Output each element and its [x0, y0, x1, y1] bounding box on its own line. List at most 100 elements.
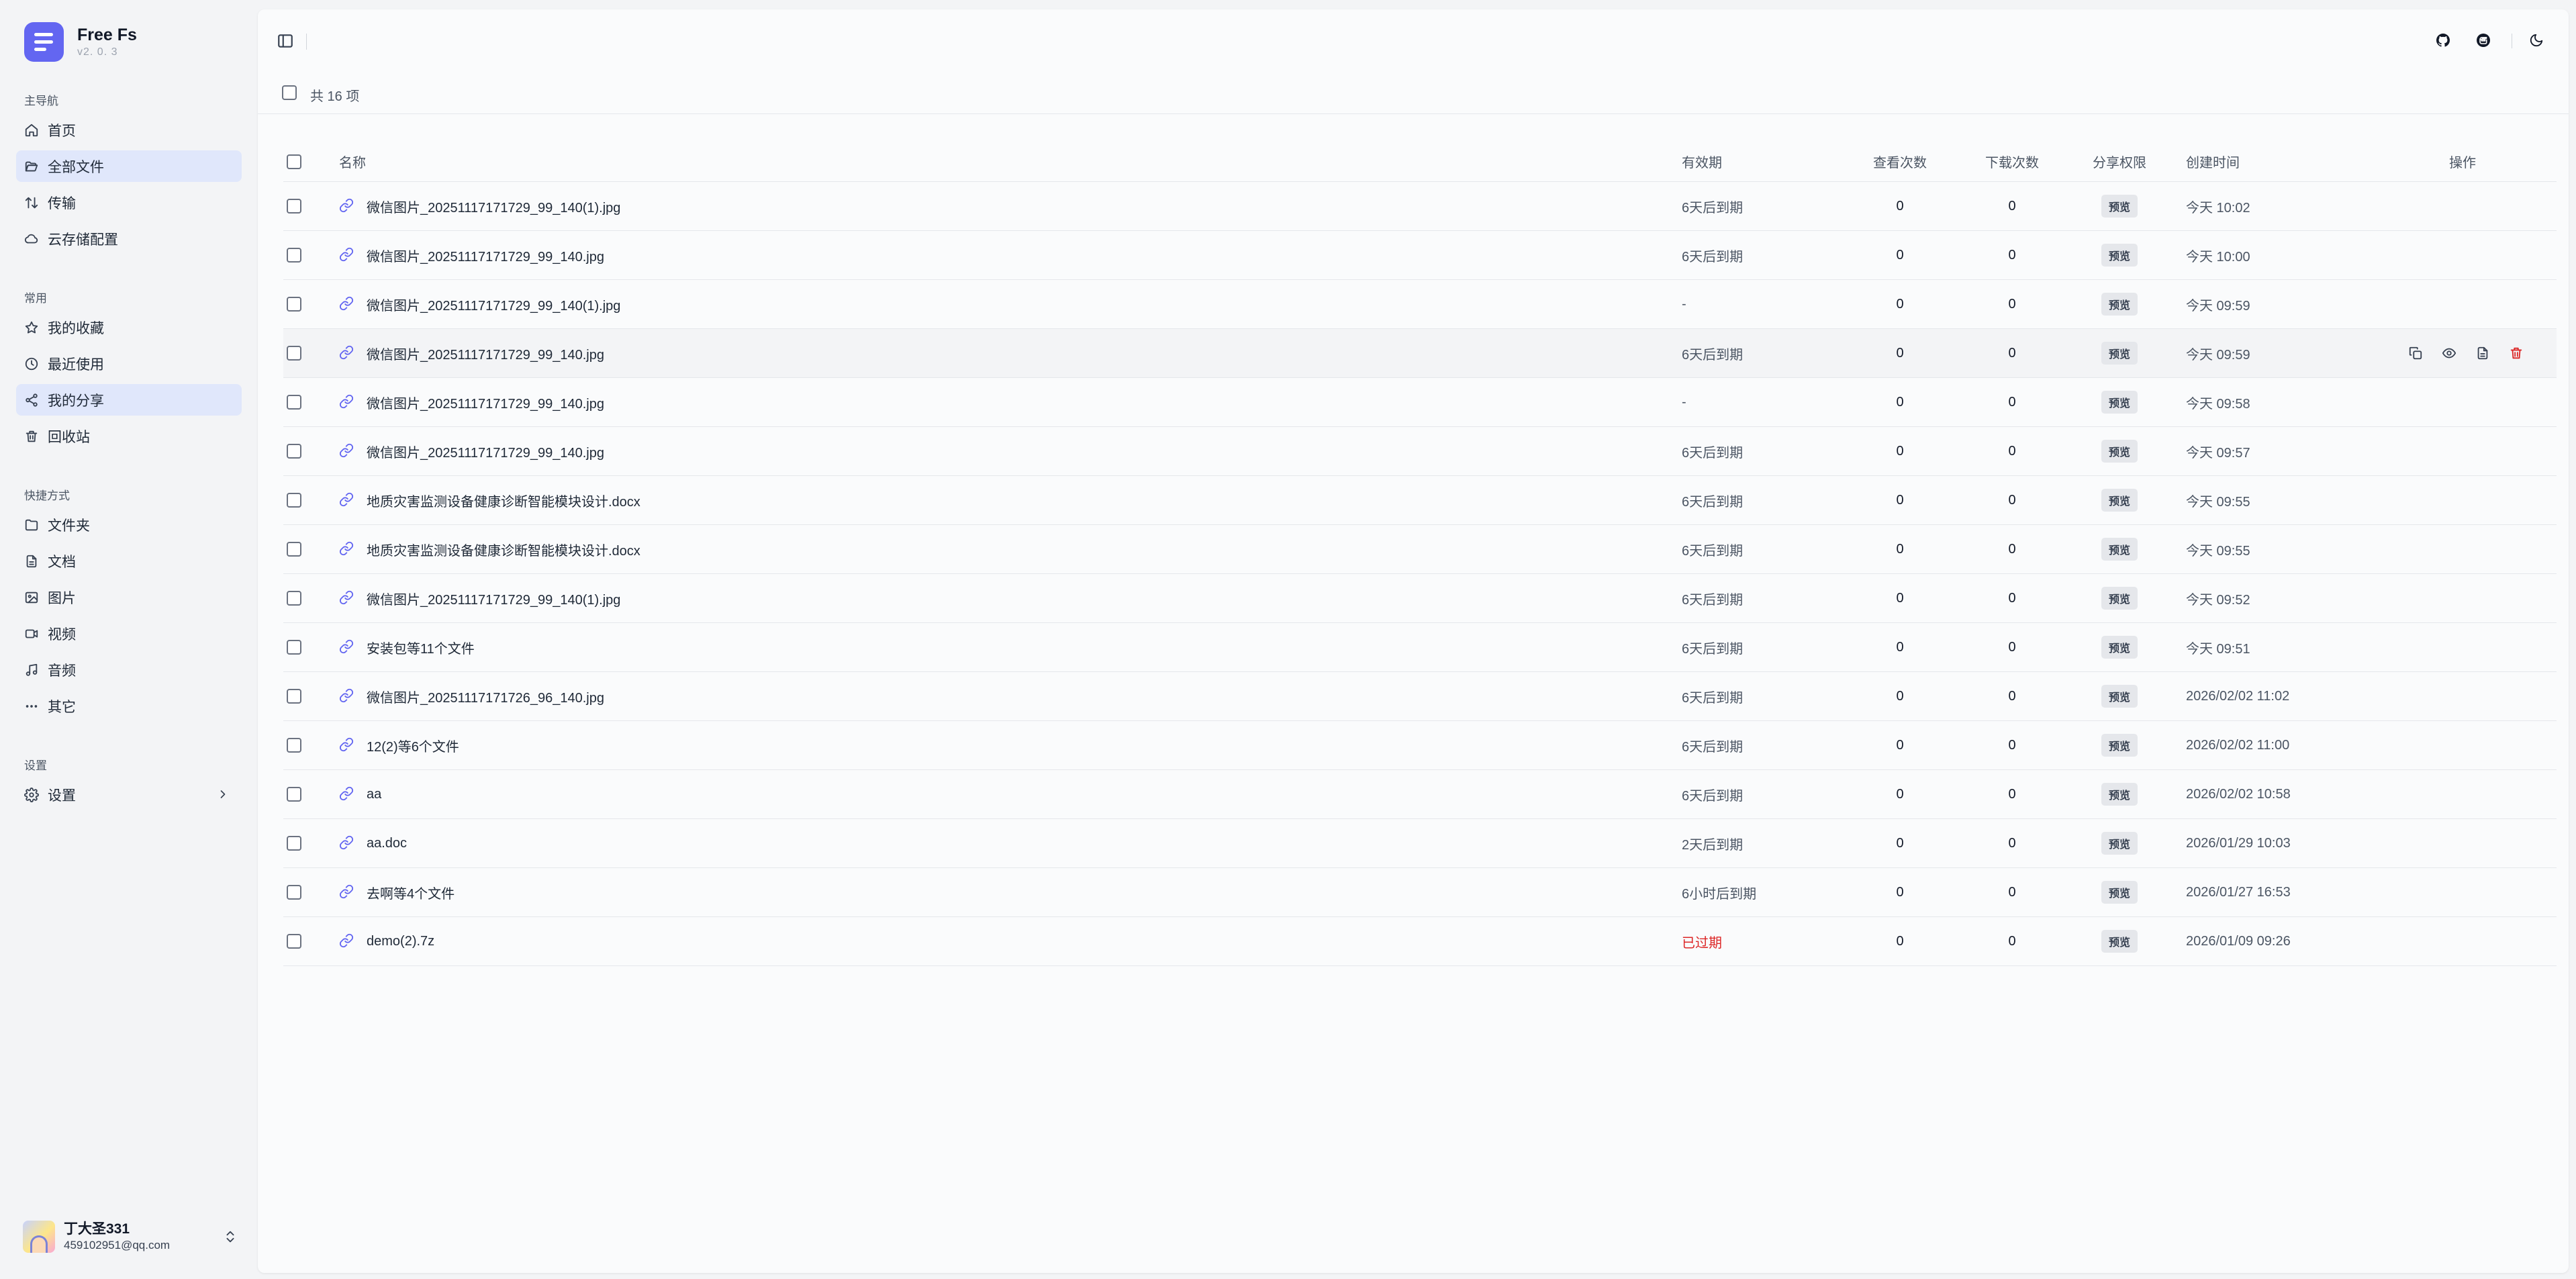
select-all-checkbox[interactable] — [282, 85, 297, 100]
permission-badge: 预览 — [2101, 489, 2138, 512]
expiry-cell: 6天后到期 — [1682, 200, 1744, 216]
table-row[interactable]: aa.doc 2天后到期 0 0 预览 2026/01/29 10:03 — [283, 819, 2557, 868]
table-row[interactable]: 地质灾害监测设备健康诊断智能模块设计.docx 6天后到期 0 0 预览 今天 09:55 — [283, 476, 2557, 525]
sidebar-item-label: 我的分享 — [48, 393, 104, 409]
expiry-cell: 6天后到期 — [1682, 249, 1744, 265]
table-row[interactable]: 去啊等4个文件 6小时后到期 0 0 预览 2026/01/27 16:53 — [283, 868, 2557, 917]
sidebar-item-trash[interactable]: 回收站 — [16, 420, 242, 452]
user-menu[interactable]: 丁大圣331 459102951@qq.com — [23, 1221, 238, 1253]
brand[interactable]: Free Fs v2. 0. 3 — [24, 22, 137, 62]
table-row[interactable]: 微信图片_20251117171729_99_140.jpg 6天后到期 0 0 预览 今… — [283, 329, 2557, 378]
row-checkbox[interactable] — [287, 395, 301, 410]
moon-icon[interactable] — [2527, 31, 2546, 50]
row-checkbox[interactable] — [287, 248, 301, 263]
column-permission[interactable]: 分享权限 — [2069, 142, 2170, 181]
created-cell: 今天 09:57 — [2186, 445, 2250, 461]
file-text-icon[interactable] — [2475, 344, 2490, 362]
share-name-cell[interactable]: 安装包等11个文件 — [339, 623, 475, 671]
sidebar-item-label: 回收站 — [48, 429, 90, 445]
sidebar-item-folder[interactable]: 文件夹 — [16, 509, 242, 540]
column-actions: 操作 — [2449, 156, 2476, 171]
table-row[interactable]: 微信图片_20251117171729_99_140(1).jpg 6天后到期 0 0… — [283, 574, 2557, 623]
table-row[interactable]: 微信图片_20251117171729_99_140(1).jpg - 0 0 预览 今天… — [283, 280, 2557, 329]
row-checkbox[interactable] — [287, 199, 301, 214]
delete-icon[interactable] — [2509, 344, 2524, 362]
sidebar-item-transfer[interactable]: 传输 — [16, 187, 242, 218]
share-name-cell[interactable]: aa.doc — [339, 819, 407, 867]
table-row[interactable]: 微信图片_20251117171726_96_140.jpg 6天后到期 0 0 预览 2… — [283, 672, 2557, 721]
share-name-cell[interactable]: 微信图片_20251117171729_99_140.jpg — [339, 378, 604, 426]
share-name-cell[interactable]: 微信图片_20251117171726_96_140.jpg — [339, 672, 604, 720]
sidebar-item-folder-open[interactable]: 全部文件 — [16, 150, 242, 182]
header-checkbox[interactable] — [287, 154, 301, 169]
column-name[interactable]: 名称 — [339, 142, 366, 181]
top-bar — [258, 9, 2569, 73]
share-name-cell[interactable]: 微信图片_20251117171729_99_140(1).jpg — [339, 280, 620, 328]
chevrons-up-down-icon[interactable] — [223, 1229, 238, 1245]
sidebar-item-cloud[interactable]: 云存储配置 — [16, 223, 242, 254]
table-row[interactable]: 微信图片_20251117171729_99_140.jpg 6天后到期 0 0 预览 今… — [283, 427, 2557, 476]
share-name-cell[interactable]: 微信图片_20251117171729_99_140.jpg — [339, 231, 604, 279]
share-name: aa — [367, 786, 382, 802]
row-checkbox[interactable] — [287, 542, 301, 557]
expiry-cell: 6天后到期 — [1682, 347, 1744, 363]
column-downloads[interactable]: 下载次数 — [1962, 142, 2062, 181]
table-row[interactable]: 微信图片_20251117171729_99_140(1).jpg 6天后到期 0 0… — [283, 182, 2557, 231]
table-row[interactable]: 12(2)等6个文件 6天后到期 0 0 预览 2026/02/02 11:00 — [283, 721, 2557, 770]
gitee-icon[interactable] — [2474, 31, 2493, 50]
share-name-cell[interactable]: 地质灾害监测设备健康诊断智能模块设计.docx — [339, 476, 640, 524]
app-version: v2. 0. 3 — [77, 46, 118, 58]
table-row[interactable]: 安装包等11个文件 6天后到期 0 0 预览 今天 09:51 — [283, 623, 2557, 672]
sidebar-item-gear[interactable]: 设置 — [16, 779, 242, 810]
row-checkbox[interactable] — [287, 640, 301, 655]
row-checkbox[interactable] — [287, 836, 301, 851]
github-icon[interactable] — [2434, 31, 2452, 50]
table-row[interactable]: 微信图片_20251117171729_99_140.jpg - 0 0 预览 今天 09… — [283, 378, 2557, 427]
sidebar-item-share[interactable]: 我的分享 — [16, 384, 242, 416]
row-checkbox[interactable] — [287, 444, 301, 459]
sidebar-toggle-icon[interactable] — [277, 32, 294, 50]
column-created[interactable]: 创建时间 — [2186, 142, 2240, 181]
share-name-cell[interactable]: 微信图片_20251117171729_99_140.jpg — [339, 427, 604, 475]
sidebar-item-video[interactable]: 视频 — [16, 618, 242, 649]
share-name-cell[interactable]: aa — [339, 770, 381, 818]
column-expiry[interactable]: 有效期 — [1682, 142, 1722, 181]
copy-link-icon[interactable] — [2408, 344, 2423, 362]
share-name-cell[interactable]: 12(2)等6个文件 — [339, 721, 459, 769]
eye-icon[interactable] — [2442, 344, 2456, 362]
views-cell: 0 — [1896, 590, 1904, 606]
views-cell: 0 — [1896, 492, 1904, 508]
table-row[interactable]: aa 6天后到期 0 0 预览 2026/02/02 10:58 — [283, 770, 2557, 819]
share-name-cell[interactable]: 去啊等4个文件 — [339, 868, 455, 916]
row-actions — [2408, 329, 2542, 377]
expiry-cell: 2天后到期 — [1682, 837, 1744, 853]
table-row[interactable]: demo(2).7z 已过期 0 0 预览 2026/01/09 09:26 — [283, 917, 2557, 966]
row-checkbox[interactable] — [287, 689, 301, 704]
table-row[interactable]: 微信图片_20251117171729_99_140.jpg 6天后到期 0 0 预览 今… — [283, 231, 2557, 280]
share-name-cell[interactable]: demo(2).7z — [339, 917, 434, 965]
sidebar-item-more[interactable]: 其它 — [16, 690, 242, 722]
share-name-cell[interactable]: 微信图片_20251117171729_99_140(1).jpg — [339, 182, 620, 230]
sidebar-item-star[interactable]: 我的收藏 — [16, 312, 242, 343]
row-checkbox[interactable] — [287, 346, 301, 361]
row-checkbox[interactable] — [287, 493, 301, 508]
table-row[interactable]: 地质灾害监测设备健康诊断智能模块设计.docx 6天后到期 0 0 预览 今天 09:55 — [283, 525, 2557, 574]
row-checkbox[interactable] — [287, 885, 301, 900]
sidebar-item-document[interactable]: 文档 — [16, 545, 242, 577]
sidebar-item-image[interactable]: 图片 — [16, 581, 242, 613]
link-icon — [339, 443, 355, 459]
sidebar-item-home[interactable]: 首页 — [16, 114, 242, 146]
share-name-cell[interactable]: 微信图片_20251117171729_99_140(1).jpg — [339, 574, 620, 622]
video-icon — [24, 626, 39, 641]
row-checkbox[interactable] — [287, 738, 301, 753]
row-checkbox[interactable] — [287, 591, 301, 606]
row-checkbox[interactable] — [287, 787, 301, 802]
column-views[interactable]: 查看次数 — [1850, 142, 1950, 181]
sidebar-item-music[interactable]: 音频 — [16, 654, 242, 685]
expiry-cell: 6天后到期 — [1682, 690, 1744, 706]
row-checkbox[interactable] — [287, 934, 301, 949]
sidebar-item-clock[interactable]: 最近使用 — [16, 348, 242, 379]
share-name-cell[interactable]: 地质灾害监测设备健康诊断智能模块设计.docx — [339, 525, 640, 573]
row-checkbox[interactable] — [287, 297, 301, 312]
share-name-cell[interactable]: 微信图片_20251117171729_99_140.jpg — [339, 329, 604, 377]
